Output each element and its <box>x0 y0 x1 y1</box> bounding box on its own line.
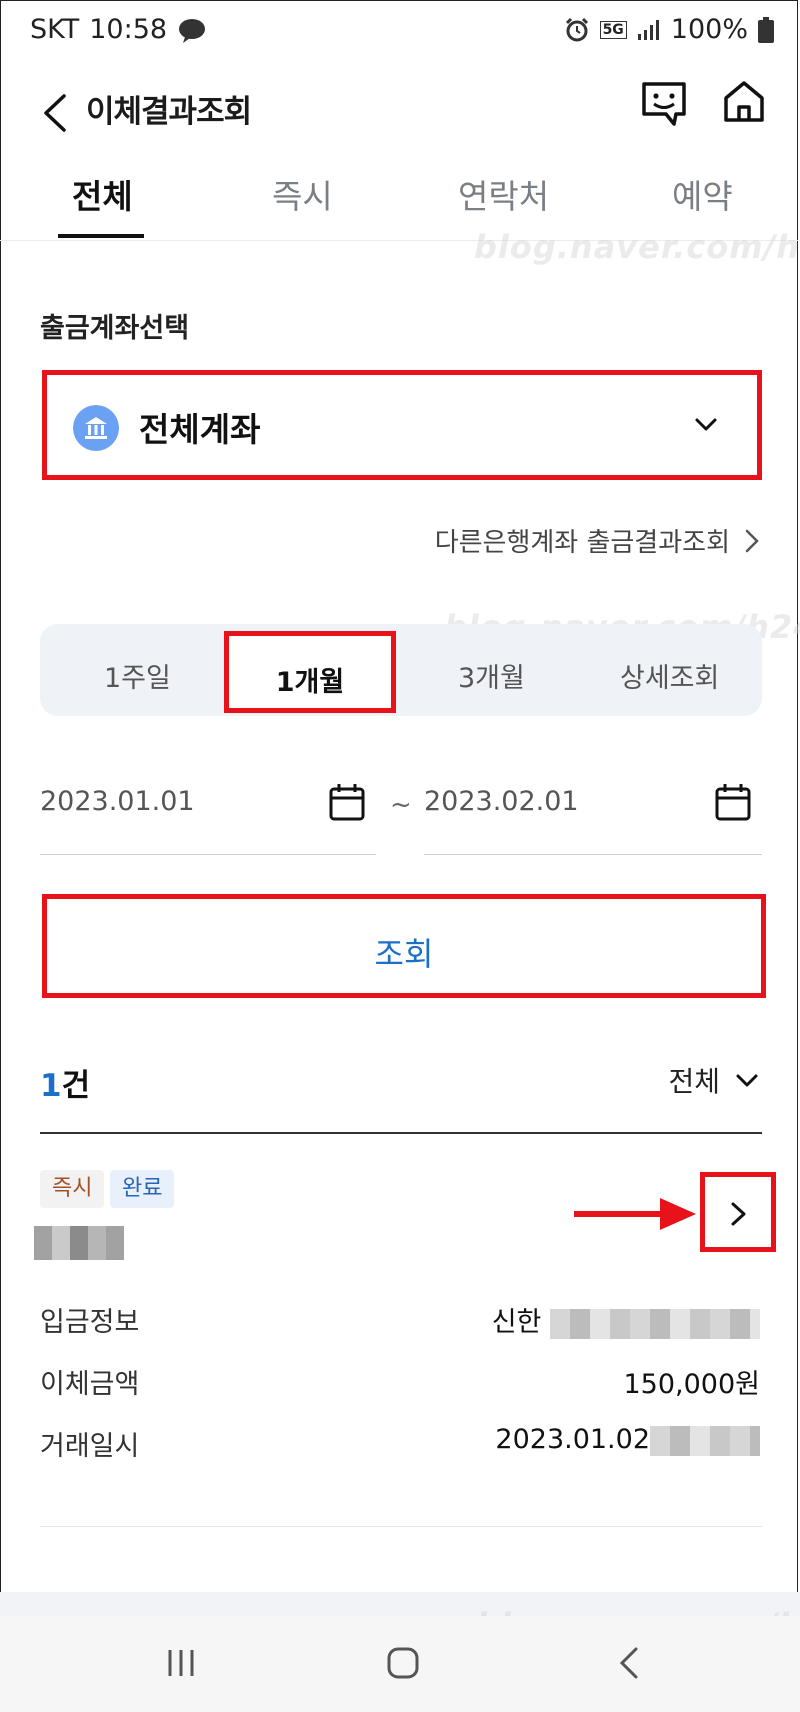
tab-contacts[interactable]: 연락처 <box>458 170 549 218</box>
badge-complete: 완료 <box>110 1170 175 1208</box>
chevron-right-icon <box>745 529 759 552</box>
start-date: 2023.01.01 <box>40 786 195 817</box>
deposit-account-redacted <box>550 1308 760 1339</box>
bank-icon <box>73 405 119 451</box>
page-title: 이체결과조회 <box>86 94 252 130</box>
datetime-label: 거래일시 <box>40 1431 140 1462</box>
period-3-months[interactable]: 3개월 <box>458 656 525 695</box>
result-filter[interactable]: 전체 <box>668 1060 760 1100</box>
other-bank-link[interactable]: 다른은행계좌 출금결과조회 <box>435 522 760 559</box>
tab-instant[interactable]: 즉시 <box>272 170 333 218</box>
network-type: 5G <box>599 20 627 39</box>
annotation-arrow-head <box>660 1198 696 1230</box>
selected-account: 전체계좌 <box>139 410 261 449</box>
system-nav-bar <box>0 1616 800 1712</box>
back-nav-icon[interactable] <box>616 1646 642 1680</box>
home-nav-icon[interactable] <box>386 1646 420 1680</box>
search-button[interactable]: 조회 <box>42 894 766 998</box>
amount-value: 150,000원 <box>623 1369 761 1400</box>
item-divider <box>40 1526 762 1527</box>
period-1-week[interactable]: 1주일 <box>104 656 171 695</box>
chatbot-icon[interactable] <box>636 74 692 130</box>
watermark: blog.naver.com/h2427 <box>474 228 800 266</box>
search-button-label: 조회 <box>374 935 434 973</box>
datetime-value: 2023.01.02 <box>495 1424 760 1456</box>
transaction-date: 2023.01.02 <box>495 1424 650 1455</box>
battery-percent: 100% <box>670 14 748 45</box>
alarm-icon <box>565 17 588 41</box>
tab-all[interactable]: 전체 <box>72 170 133 218</box>
badge-instant: 즉시 <box>40 1170 105 1208</box>
amount-label: 이체금액 <box>40 1369 140 1400</box>
deposit-bank: 신한 <box>491 1307 542 1338</box>
results-divider <box>40 1132 762 1134</box>
calendar-icon[interactable] <box>714 782 752 822</box>
status-bar: SKT 10:58 5G 100% <box>0 0 800 64</box>
recent-apps-icon[interactable] <box>164 1646 198 1680</box>
account-select[interactable]: 전체계좌 <box>42 370 762 480</box>
detail-button[interactable] <box>700 1172 776 1252</box>
result-filter-label: 전체 <box>668 1065 720 1098</box>
date-separator: ~ <box>390 790 412 820</box>
talk-notification-icon <box>179 18 206 43</box>
period-detail[interactable]: 상세조회 <box>620 656 719 695</box>
deposit-info-value: 신한 <box>492 1300 760 1339</box>
annotation-arrow-line <box>574 1211 666 1217</box>
chevron-down-icon <box>736 1074 758 1087</box>
calendar-icon[interactable] <box>328 782 366 822</box>
recipient-name-redacted <box>34 1226 124 1260</box>
carrier: SKT <box>30 14 80 45</box>
back-arrow-icon[interactable] <box>34 76 74 150</box>
result-count-number: 1 <box>40 1068 62 1104</box>
home-icon[interactable] <box>716 74 772 130</box>
chevron-down-icon <box>695 418 717 431</box>
chevron-right-icon <box>731 1202 746 1226</box>
battery-icon <box>758 16 774 43</box>
active-tab-indicator <box>58 234 144 238</box>
transaction-time-redacted <box>650 1425 760 1456</box>
end-date-field[interactable]: 2023.02.01 <box>424 770 762 855</box>
period-1-month-label: 1개월 <box>275 667 345 698</box>
result-count-unit: 건 <box>61 1068 91 1104</box>
end-date: 2023.02.01 <box>424 786 579 817</box>
start-date-field[interactable]: 2023.01.01 <box>40 770 376 855</box>
clock: 10:58 <box>89 14 168 45</box>
deposit-info-label: 입금정보 <box>40 1307 140 1338</box>
other-bank-link-label: 다른은행계좌 출금결과조회 <box>434 528 730 558</box>
withdraw-account-label: 출금계좌선택 <box>40 313 190 344</box>
tab-scheduled[interactable]: 예약 <box>672 170 733 218</box>
period-1-month[interactable]: 1개월 <box>224 631 396 713</box>
signal-icon <box>637 19 659 40</box>
result-count: 1건 <box>40 1060 90 1105</box>
period-selector: 1주일 3개월 상세조회 <box>40 624 762 716</box>
